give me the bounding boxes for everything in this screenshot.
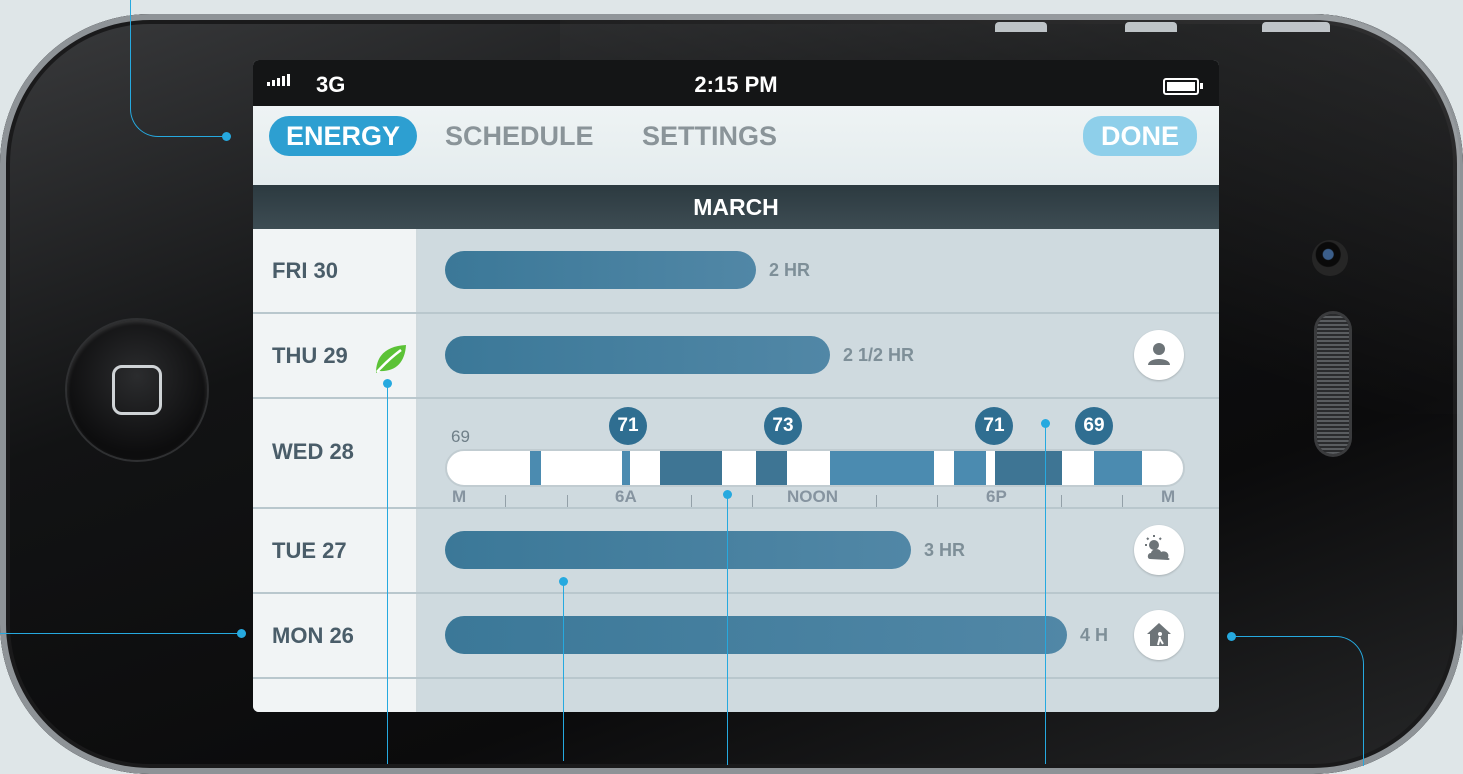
axis-tick [505,495,506,507]
axis-label: M [452,487,467,506]
axis-tick [567,495,568,507]
day-label: WED 28 [272,439,354,464]
callout-dot [237,629,246,638]
axis-tick [1122,495,1123,507]
done-button[interactable]: DONE [1083,116,1197,156]
day-cell [253,679,418,712]
axis-label: 6P [986,487,1007,506]
usage-segment [622,451,630,485]
setpoint-marker[interactable]: 71 [609,407,647,445]
usage-segment [530,451,541,485]
app-screen: 3G 2:15 PM ENERGY SCHEDULE SETTINGS DONE… [253,60,1219,712]
day-cell: TUE 27 [253,509,418,592]
status-time: 2:15 PM [694,72,778,97]
battery-icon [1163,78,1203,95]
month-header: MARCH [253,185,1219,229]
person-icon[interactable] [1134,330,1184,380]
usage-bar [445,531,911,569]
start-temperature: 69 [451,427,470,446]
day-cell: THU 29 [253,314,418,397]
setpoint-marker[interactable]: 69 [1075,407,1113,445]
callout-line [727,495,728,765]
usage-segment [830,451,934,485]
callout-dot [383,379,392,388]
day-row[interactable]: FRI 30 2 HR [253,229,1219,314]
callout-dot [723,490,732,499]
usage-duration: 4 H [1080,625,1109,645]
axis-label: M [1161,487,1176,506]
callout-line [0,633,241,634]
day-label: THU 29 [272,343,348,368]
day-row[interactable]: THU 29 2 1/2 HR [253,314,1219,399]
axis-tick [752,495,753,507]
usage-bar [445,251,756,289]
callout-dot [1227,632,1236,641]
callout-line [563,581,564,761]
home-button[interactable] [67,320,207,460]
setpoint-marker[interactable]: 71 [975,407,1013,445]
usage-segment [660,451,722,485]
usage-bar [445,616,1067,654]
daily-usage-timeline [445,449,1185,487]
usage-segment [954,451,986,485]
axis-tick [691,495,692,507]
day-cell: MON 26 [253,594,418,677]
day-row [253,679,1219,712]
usage-duration: 2 HR [769,260,811,280]
home-square-icon [112,365,162,415]
usage-bar [445,336,830,374]
axis-tick [1061,495,1062,507]
day-label: MON 26 [272,623,354,648]
front-camera [1312,240,1348,276]
callout-dot [222,132,231,141]
home-away-icon[interactable] [1134,610,1184,660]
usage-segment [1094,451,1142,485]
callout-dot [559,577,568,586]
tab-settings[interactable]: SETTINGS [642,116,777,156]
day-label: FRI 30 [272,258,339,283]
day-cell: FRI 30 [253,229,418,312]
axis-label: NOON [787,487,838,506]
usage-segment [756,451,787,485]
setpoint-marker[interactable]: 73 [764,407,802,445]
tab-schedule[interactable]: SCHEDULE [445,116,594,156]
day-row[interactable]: TUE 27 3 HR [253,509,1219,594]
top-nav: ENERGY SCHEDULE SETTINGS DONE [253,106,1219,185]
axis-tick [937,495,938,507]
callout-line [387,384,388,764]
day-label: TUE 27 [272,538,347,563]
usage-duration: 2 1/2 HR [843,345,915,365]
mute-switch [1262,22,1330,32]
callout-line [130,0,228,137]
callout-line [1045,424,1046,764]
callout-line [1232,636,1364,766]
status-bar: 3G 2:15 PM [253,60,1219,106]
callout-dot [1041,419,1050,428]
axis-tick [876,495,877,507]
weather-icon[interactable] [1134,525,1184,575]
usage-duration: 3 HR [924,540,966,560]
day-cell: WED 28 [253,399,418,507]
day-row[interactable]: MON 26 4 H [253,594,1219,679]
volume-up-button [995,22,1047,32]
usage-segment [995,451,1062,485]
day-row-expanded[interactable]: WED 28 69 71 73 71 69 M 6A NOON 6P M [253,399,1219,509]
tab-energy[interactable]: ENERGY [269,116,418,156]
earpiece-speaker [1317,314,1349,454]
volume-down-button [1125,22,1177,32]
leaf-icon [376,345,406,373]
axis-label: 6A [615,487,637,506]
